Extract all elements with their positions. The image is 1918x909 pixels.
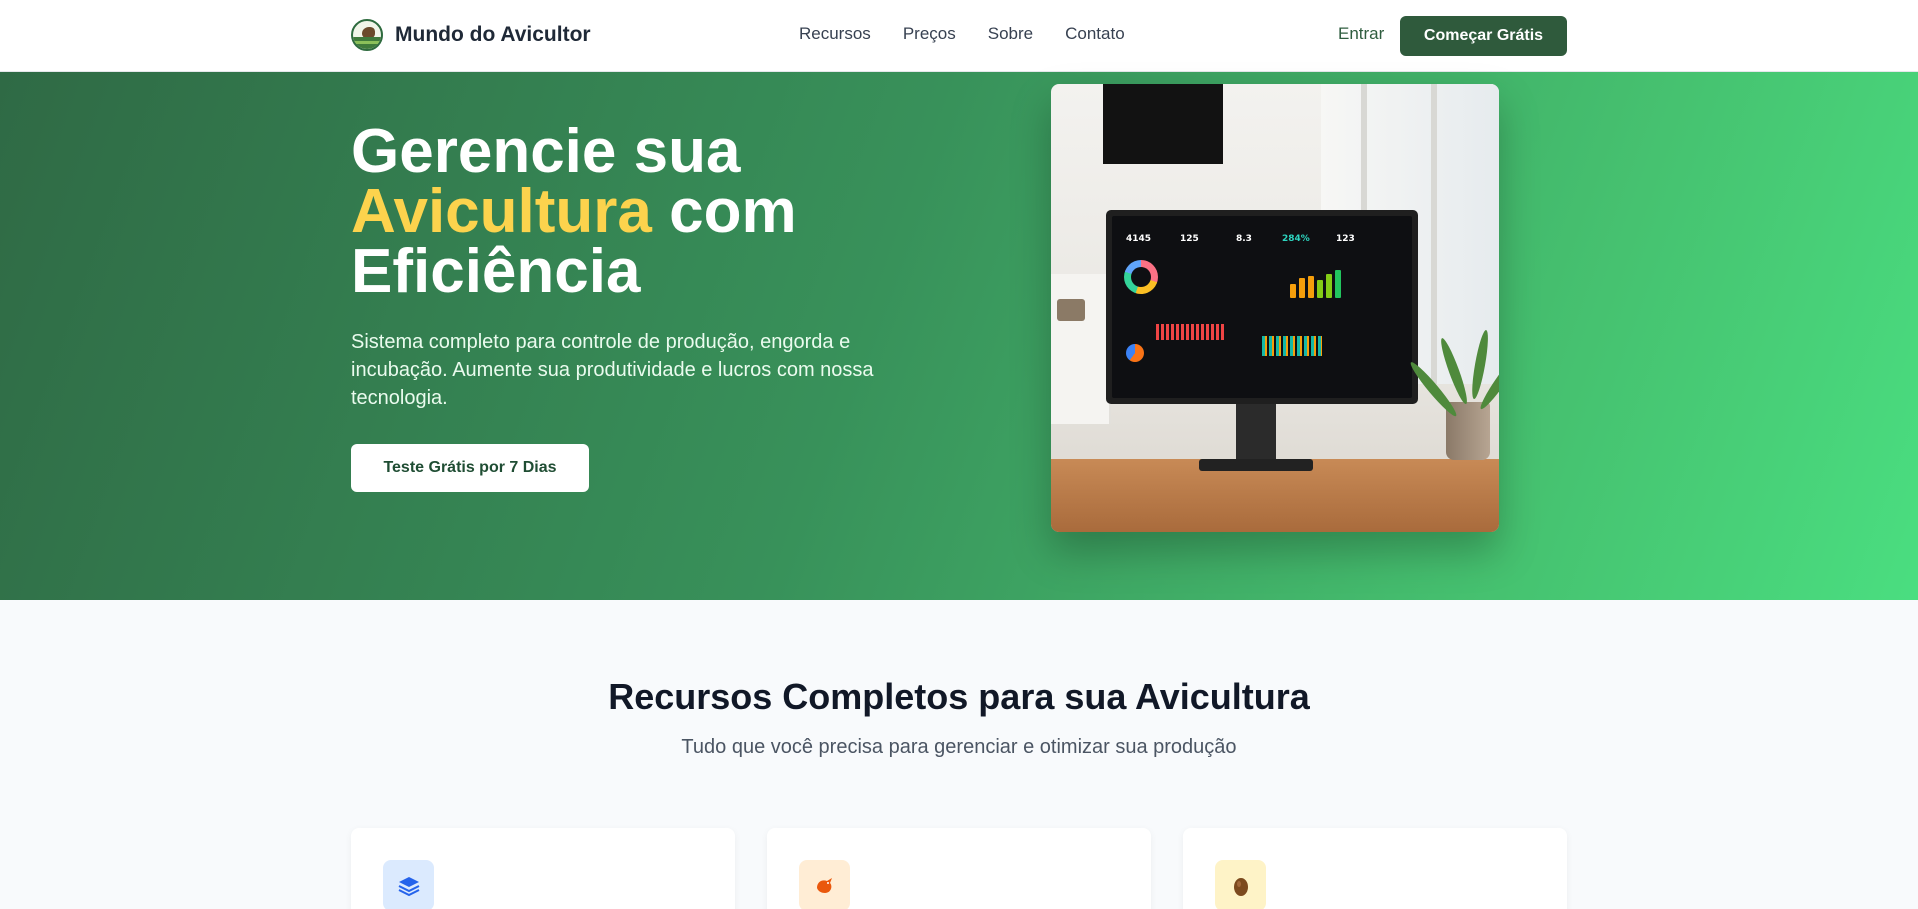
main-nav: Recursos Preços Sobre Contato <box>799 24 1125 44</box>
kpi-value: 125 <box>1180 234 1199 244</box>
kpi-value: 123 <box>1336 234 1355 244</box>
bird-icon <box>799 860 850 909</box>
hero-title-accent: Avicultura <box>351 177 652 246</box>
farm-logo-icon <box>351 19 383 51</box>
start-free-button[interactable]: Começar Grátis <box>1400 16 1567 56</box>
hero-title-line3: Eficiência <box>351 237 641 306</box>
monitor: 4145 125 8.3 284% 123 <box>1106 210 1418 404</box>
hero-title: Gerencie sua Avicultura com Eficiência <box>351 121 971 303</box>
features-title: Recursos Completos para sua Avicultura <box>608 676 1310 717</box>
red-bar-chart <box>1156 324 1226 340</box>
nav-link-sobre[interactable]: Sobre <box>988 24 1033 44</box>
free-trial-button[interactable]: Teste Grátis por 7 Dias <box>351 444 589 492</box>
site-header: Mundo do Avicultor Recursos Preços Sobre… <box>0 0 1918 72</box>
egg-icon <box>1215 860 1266 909</box>
features-subtitle: Tudo que você precisa para gerenciar e o… <box>681 736 1237 758</box>
dashboard-product-image: 4145 125 8.3 284% 123 <box>1051 84 1499 532</box>
pie-chart <box>1126 344 1144 362</box>
donut-chart <box>1124 260 1158 294</box>
kpi-value: 4145 <box>1126 234 1152 244</box>
feature-card-layers[interactable] <box>351 828 735 909</box>
production-bar-chart <box>1290 264 1354 298</box>
brand-link[interactable]: Mundo do Avicultor <box>351 19 591 51</box>
dashboard-screen: 4145 125 8.3 284% 123 <box>1112 216 1412 398</box>
brand-name: Mundo do Avicultor <box>395 23 591 46</box>
feature-card-egg[interactable] <box>1183 828 1567 909</box>
wall-tv <box>1103 84 1223 164</box>
hero-section: Gerencie sua Avicultura com Eficiência S… <box>0 72 1918 600</box>
nav-link-recursos[interactable]: Recursos <box>799 24 871 44</box>
mixed-bar-chart <box>1262 336 1322 356</box>
hero-title-line1: Gerencie sua <box>351 117 741 186</box>
login-link[interactable]: Entrar <box>1338 24 1384 44</box>
feature-card-bird[interactable] <box>767 828 1151 909</box>
layers-icon <box>383 860 434 909</box>
kpi-value: 8.3 <box>1236 234 1252 244</box>
kpi-value: 284% <box>1282 234 1310 244</box>
nav-link-contato[interactable]: Contato <box>1065 24 1125 44</box>
nav-link-precos[interactable]: Preços <box>903 24 956 44</box>
hero-subtitle: Sistema completo para controle de produç… <box>351 331 874 409</box>
hero-title-rest: com <box>669 177 797 246</box>
